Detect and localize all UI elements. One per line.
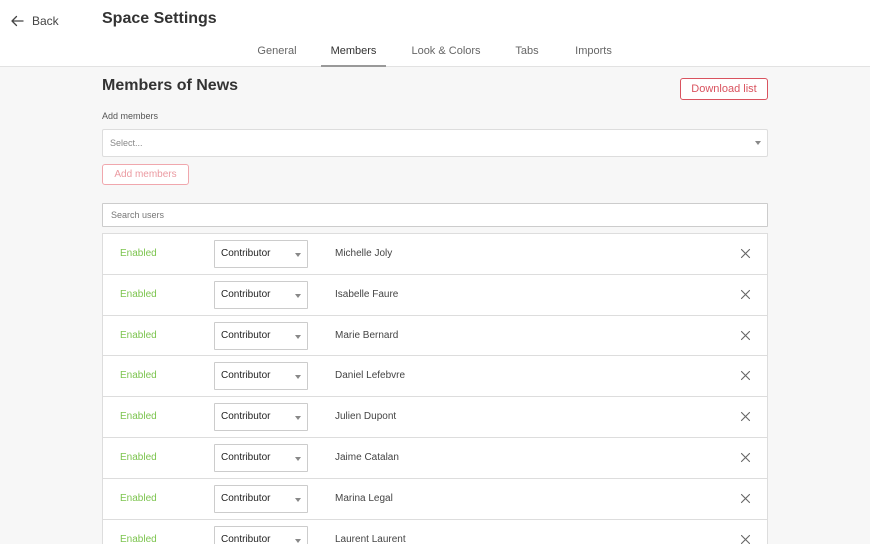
caret-down-icon (295, 375, 301, 380)
download-list-button[interactable]: Download list (680, 78, 768, 100)
tab-tabs[interactable]: Tabs (510, 40, 544, 67)
close-icon (740, 412, 751, 422)
member-row: Enabled Contributor Julien Dupont (103, 397, 767, 438)
role-value: Contributor (221, 288, 271, 300)
role-select[interactable]: Contributor (214, 525, 308, 544)
page-title: Space Settings (102, 10, 217, 27)
close-icon (740, 452, 751, 463)
member-status: Enabled (120, 411, 157, 423)
member-name: Jaime Catalan (335, 451, 399, 463)
close-icon (740, 289, 751, 299)
close-icon (740, 493, 751, 503)
member-status: Enabled (120, 329, 157, 341)
member-row: Enabled Contributor Laurent Laurent (103, 520, 767, 544)
remove-member-button[interactable] (740, 289, 751, 300)
member-status: Enabled (120, 248, 157, 259)
role-select[interactable]: Contributor (214, 484, 308, 513)
close-icon (740, 248, 751, 259)
back-label: Back (32, 14, 59, 28)
member-row: Enabled Contributor Isabelle Faure (103, 275, 767, 316)
remove-member-button[interactable] (740, 248, 751, 259)
caret-down-icon (295, 293, 301, 298)
search-users-input[interactable] (102, 203, 768, 227)
member-row: Enabled Contributor Daniel Lefebvre (103, 356, 767, 398)
member-row: Enabled Contributor Jaime Catalan (103, 438, 767, 479)
role-select[interactable]: Contributor (214, 321, 308, 350)
tab-members[interactable]: Members (321, 40, 386, 67)
caret-down-icon (295, 334, 301, 339)
role-value: Contributor (221, 411, 271, 423)
member-name: Marina Legal (335, 492, 393, 504)
role-value: Contributor (221, 492, 271, 504)
remove-member-button[interactable] (740, 534, 751, 544)
member-status: Enabled (120, 533, 157, 544)
remove-member-button[interactable] (740, 370, 751, 381)
member-status: Enabled (120, 288, 157, 300)
role-value: Contributor (221, 370, 271, 382)
role-value: Contributor (221, 329, 271, 341)
settings-tabs: General Members Look & Colors Tabs Impor… (0, 40, 870, 67)
caret-down-icon (295, 497, 301, 502)
member-name: Marie Bernard (335, 329, 399, 341)
member-row: Enabled Contributor Marie Bernard (103, 316, 767, 357)
role-select[interactable]: Contributor (214, 240, 308, 268)
member-name: Michelle Joly (335, 248, 393, 259)
arrow-left-icon (11, 15, 24, 27)
close-icon (740, 330, 751, 340)
section-title: Members of News (102, 77, 239, 94)
role-value: Contributor (221, 451, 271, 463)
add-members-label: Add members (102, 111, 159, 121)
caret-down-icon (295, 416, 301, 421)
member-row: Enabled Contributor Michelle Joly (103, 234, 767, 275)
close-icon (740, 534, 751, 544)
member-name: Isabelle Faure (335, 288, 399, 300)
caret-down-icon (295, 538, 301, 543)
select-placeholder: Select... (110, 138, 143, 148)
caret-down-icon (755, 141, 761, 145)
role-value: Contributor (221, 248, 271, 259)
role-select[interactable]: Contributor (214, 280, 308, 309)
caret-down-icon (295, 253, 301, 257)
members-list: Enabled Contributor Michelle Joly Enable… (102, 233, 768, 544)
tab-general[interactable]: General (252, 40, 302, 67)
remove-member-button[interactable] (740, 330, 751, 341)
caret-down-icon (295, 456, 301, 461)
member-name: Laurent Laurent (335, 533, 406, 544)
member-status: Enabled (120, 370, 157, 382)
top-bar: Back Space Settings General Members Look… (0, 0, 870, 67)
role-value: Contributor (221, 533, 271, 544)
remove-member-button[interactable] (740, 452, 751, 463)
member-status: Enabled (120, 492, 157, 504)
close-icon (740, 371, 751, 381)
role-select[interactable]: Contributor (214, 362, 308, 391)
tab-look-colors[interactable]: Look & Colors (408, 40, 484, 67)
member-status: Enabled (120, 451, 157, 463)
member-name: Daniel Lefebvre (335, 370, 406, 382)
remove-member-button[interactable] (740, 493, 751, 504)
remove-member-button[interactable] (740, 411, 751, 422)
tab-imports[interactable]: Imports (570, 40, 617, 67)
role-select[interactable]: Contributor (214, 443, 308, 472)
add-members-select[interactable]: Select... (102, 129, 768, 157)
member-name: Julien Dupont (335, 411, 397, 423)
add-members-button[interactable]: Add members (102, 164, 189, 185)
member-row: Enabled Contributor Marina Legal (103, 479, 767, 520)
back-button[interactable]: Back (10, 11, 59, 31)
role-select[interactable]: Contributor (214, 403, 308, 432)
